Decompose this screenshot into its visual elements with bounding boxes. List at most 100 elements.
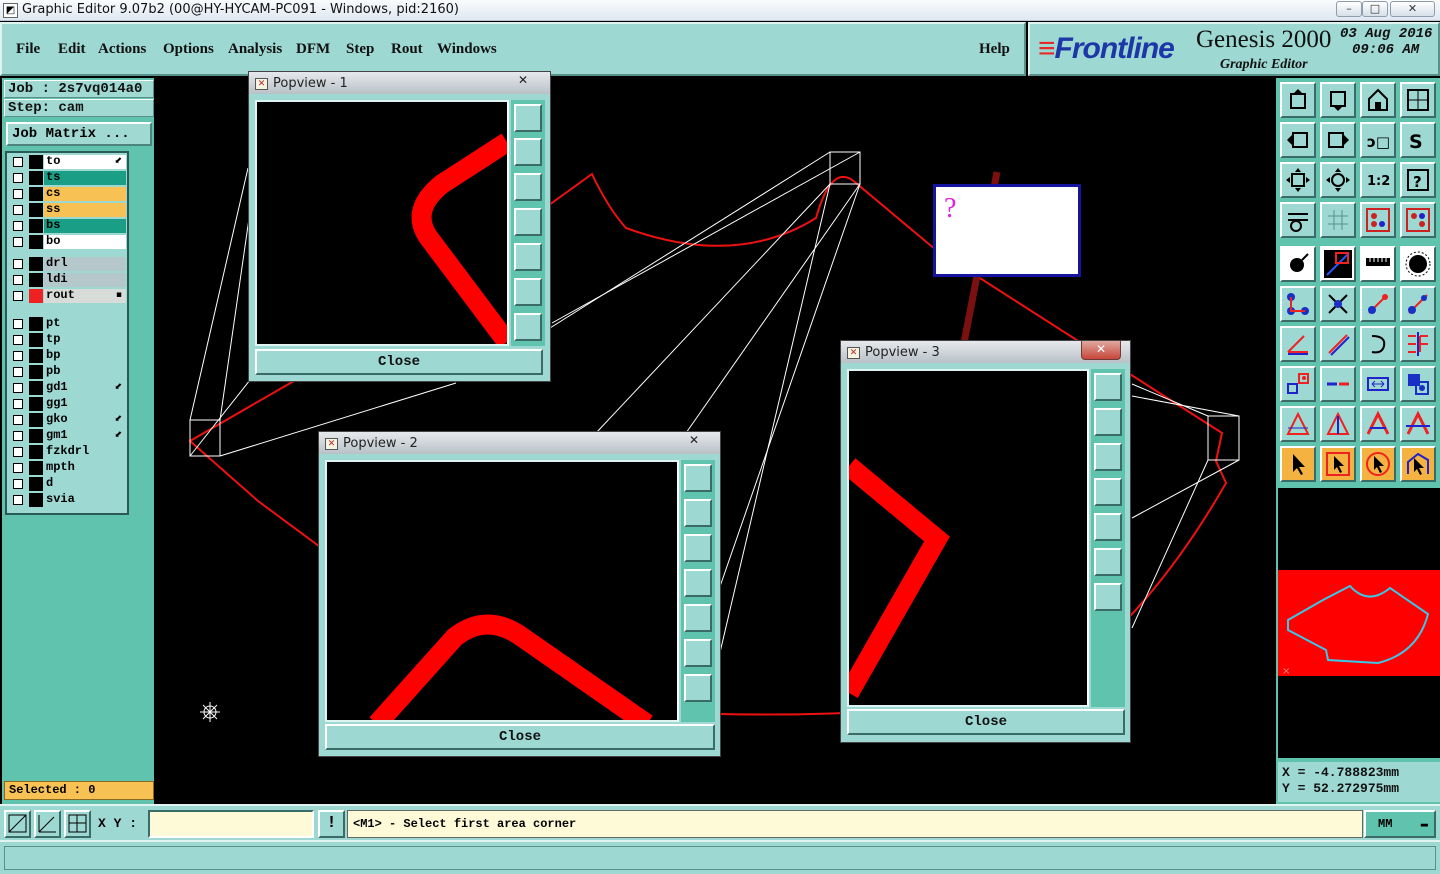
layer-color-swatch[interactable]: [29, 203, 43, 217]
popview-3-close-x[interactable]: ✕: [1081, 341, 1121, 360]
diagonal-line-icon[interactable]: [1360, 286, 1396, 322]
layer-row-pb[interactable]: pb: [8, 365, 128, 379]
popview-1-view[interactable]: [255, 100, 509, 346]
layer-name[interactable]: pt: [44, 317, 126, 331]
layer-name[interactable]: gd1 ⬋: [44, 381, 126, 395]
pan-left-icon[interactable]: [514, 208, 542, 236]
layer-color-swatch[interactable]: [29, 155, 43, 169]
layer-checkbox[interactable]: [13, 335, 23, 345]
layer-checkbox[interactable]: [13, 367, 23, 377]
minimize-button[interactable]: –: [1336, 1, 1362, 17]
layer-color-swatch[interactable]: [29, 219, 43, 233]
layer-row-to[interactable]: to ⬋: [8, 155, 128, 169]
zoom-in-icon[interactable]: [514, 278, 542, 306]
scale-1-2-icon[interactable]: 1:2: [1360, 162, 1396, 198]
snap-grid-icon[interactable]: [64, 810, 91, 838]
pan-down-icon[interactable]: [1094, 443, 1122, 471]
menu-actions[interactable]: Actions: [98, 41, 146, 58]
layer-row-rout[interactable]: rout ▪: [8, 289, 128, 303]
layer-color-swatch[interactable]: [29, 445, 43, 459]
xy-input[interactable]: [148, 810, 314, 838]
layer-row-gm1[interactable]: gm1 ⬋: [8, 429, 128, 443]
layer-row-pt[interactable]: pt: [8, 317, 128, 331]
layer-checkbox[interactable]: [13, 319, 23, 329]
zoom-fit-icon[interactable]: [514, 104, 542, 132]
zoom-in-icon[interactable]: [684, 639, 712, 667]
home-view-icon[interactable]: [1280, 82, 1316, 118]
layer-name[interactable]: to ⬋: [44, 155, 126, 169]
layer-row-bp[interactable]: bp: [8, 349, 128, 363]
layer-checkbox[interactable]: [13, 189, 23, 199]
layer-row-gg1[interactable]: gg1: [8, 397, 128, 411]
popview-3-view[interactable]: [847, 369, 1089, 707]
layer-color-swatch[interactable]: [29, 257, 43, 271]
zoom-fit-icon[interactable]: [1094, 373, 1122, 401]
zoom-out-icon[interactable]: [1094, 583, 1122, 611]
pan-up-icon[interactable]: [1094, 408, 1122, 436]
pan-down-icon[interactable]: [514, 173, 542, 201]
menu-dfm[interactable]: DFM: [296, 41, 330, 58]
layer-checkbox[interactable]: [13, 447, 23, 457]
layer-checkbox[interactable]: [13, 173, 23, 183]
layer-color-swatch[interactable]: [29, 477, 43, 491]
select-cursor-icon[interactable]: [1280, 446, 1316, 482]
snap-corner-icon[interactable]: [4, 810, 31, 838]
help-icon[interactable]: ?: [1400, 162, 1436, 198]
layer-color-swatch[interactable]: [29, 349, 43, 363]
layer-color-swatch[interactable]: [29, 235, 43, 249]
popview-1-close-button[interactable]: Close: [255, 349, 543, 375]
select-circle-icon[interactable]: [1360, 446, 1396, 482]
pad-arrow-icon[interactable]: [1280, 246, 1316, 282]
layer-row-bs[interactable]: bs: [8, 219, 128, 233]
layer-row-fzkdrl[interactable]: fzkdrl: [8, 445, 128, 459]
layer-row-ts[interactable]: ts: [8, 171, 128, 185]
layer-color-swatch[interactable]: [29, 317, 43, 331]
layer-checkbox[interactable]: [13, 399, 23, 409]
triangle-arrow-icon[interactable]: [1360, 406, 1396, 442]
popview-1-close-x[interactable]: ✕: [503, 72, 543, 91]
angle-icon[interactable]: [1280, 326, 1316, 362]
popview-2-close-button[interactable]: Close: [325, 724, 715, 750]
grid-icon[interactable]: [1320, 202, 1356, 238]
pan-left-icon[interactable]: [684, 569, 712, 597]
popview-2-view[interactable]: [325, 460, 679, 722]
layer-name[interactable]: bp: [44, 349, 126, 363]
rotate-icon[interactable]: [1360, 326, 1396, 362]
snap-blue-icon[interactable]: [1400, 202, 1436, 238]
layer-color-swatch[interactable]: [29, 273, 43, 287]
layer-row-drl[interactable]: drl: [8, 257, 128, 271]
triangle-split-icon[interactable]: [1400, 406, 1436, 442]
layer-name[interactable]: ss: [44, 203, 126, 217]
diagonal-line-2-icon[interactable]: [1400, 286, 1436, 322]
overview-minimap[interactable]: ×: [1278, 488, 1440, 758]
triangle-blue-icon[interactable]: [1320, 406, 1356, 442]
layer-name[interactable]: gm1 ⬋: [44, 429, 126, 443]
cross-node-icon[interactable]: [1320, 286, 1356, 322]
layer-checkbox[interactable]: [13, 479, 23, 489]
layer-name[interactable]: bs: [44, 219, 126, 233]
menu-options[interactable]: Options: [163, 41, 214, 58]
menu-file[interactable]: File: [16, 41, 40, 58]
layer-row-svia[interactable]: svia: [8, 493, 128, 507]
maximize-button[interactable]: □: [1362, 1, 1388, 17]
mirror-icon[interactable]: [1400, 326, 1436, 362]
layer-row-ldi[interactable]: ldi: [8, 273, 128, 287]
layer-name[interactable]: cs: [44, 187, 126, 201]
layer-row-gko[interactable]: gko ⬋: [8, 413, 128, 427]
select-poly-icon[interactable]: [1400, 446, 1436, 482]
layer-name[interactable]: ldi: [44, 273, 126, 287]
bottom-input-strip[interactable]: [4, 846, 1436, 870]
layer-row-cs[interactable]: cs: [8, 187, 128, 201]
view-down-icon[interactable]: [1320, 82, 1356, 118]
layer-name[interactable]: ts: [44, 171, 126, 185]
ruler-icon[interactable]: [1360, 246, 1396, 282]
layer-color-swatch[interactable]: [29, 429, 43, 443]
layer-row-ss[interactable]: ss: [8, 203, 128, 217]
layer-checkbox[interactable]: [13, 275, 23, 285]
layer-color-swatch[interactable]: [29, 333, 43, 347]
split-line-icon[interactable]: [1320, 366, 1356, 402]
pan-down-icon[interactable]: [684, 534, 712, 562]
view-left-icon[interactable]: [1280, 122, 1316, 158]
layer-color-swatch[interactable]: [29, 187, 43, 201]
pan-right-icon[interactable]: [1094, 513, 1122, 541]
